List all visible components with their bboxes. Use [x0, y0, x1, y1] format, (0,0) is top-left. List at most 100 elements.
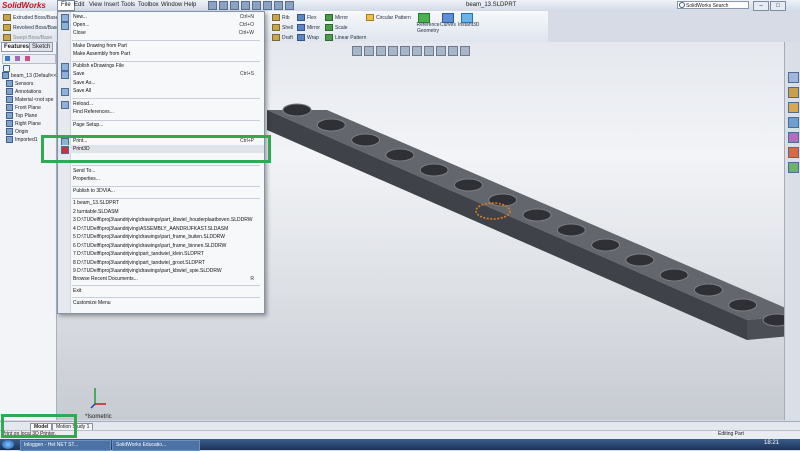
apply-scene-icon[interactable] — [448, 46, 458, 56]
undo-icon[interactable] — [252, 1, 261, 10]
flex-button[interactable]: Flex — [297, 14, 316, 21]
menu-item-save[interactable]: Save Ctrl+S — [58, 70, 264, 79]
menu-item-exit[interactable]: Exit — [58, 287, 264, 295]
new-icon[interactable] — [208, 1, 217, 10]
reference-geometry-icon — [418, 13, 430, 23]
menu-item-publish-3dvia[interactable]: Publish to 3DVIA... — [58, 187, 264, 195]
edit-appearance-icon[interactable] — [436, 46, 446, 56]
appearances-icon[interactable] — [788, 147, 799, 158]
menu-window[interactable]: Window — [161, 2, 182, 8]
reference-geometry-button[interactable]: Reference Geometry — [413, 22, 443, 34]
wrap-button[interactable]: Wrap — [297, 34, 319, 41]
maximize-button[interactable]: □ — [770, 1, 786, 11]
menu-item-new[interactable]: New... Ctrl+N — [58, 13, 264, 22]
taskbar-item-browser[interactable]: Inloggen - Het NET ST... — [20, 440, 111, 451]
solidworks-logo[interactable]: SolidWorks — [2, 1, 46, 10]
print-icon[interactable] — [241, 1, 250, 10]
menu-insert[interactable]: Insert — [104, 2, 119, 8]
menu-item-recent-5[interactable]: 5 D:\TUDelft\proj3\aandrijving\drawings\… — [58, 233, 264, 241]
extruded-boss-button[interactable]: Extruded Boss/Base — [3, 14, 58, 21]
menu-item-recent-2[interactable]: 2 turntable.SLDASM — [58, 208, 264, 216]
file-explorer-icon[interactable] — [788, 102, 799, 113]
circular-pattern-button[interactable]: Circular Pattern — [366, 14, 411, 21]
rib-button[interactable]: Rib — [272, 14, 290, 21]
menu-item-publish-edrawings[interactable]: Publish eDrawings File — [58, 62, 264, 71]
status-editing-mode: Editing Part — [718, 431, 744, 437]
solidworks-resources-icon[interactable] — [788, 72, 799, 83]
design-library-icon[interactable] — [788, 87, 799, 98]
search-input[interactable]: SolidWorks Search — [677, 1, 749, 9]
tab-features[interactable]: Features — [1, 42, 33, 52]
filter-icon[interactable] — [3, 65, 10, 72]
menu-item-save-all[interactable]: Save All — [58, 87, 264, 96]
tab-sketch[interactable]: Sketch — [29, 42, 54, 52]
tree-item-annotations[interactable]: Annotations — [6, 88, 41, 95]
tree-item-part[interactable]: beam_13 (Default<< — [2, 72, 57, 79]
zoom-area-icon[interactable] — [364, 46, 374, 56]
tree-item-right-plane[interactable]: Right Plane — [6, 120, 41, 127]
display-style-icon[interactable] — [412, 46, 422, 56]
menu-item-find-references[interactable]: Find References... — [58, 108, 264, 116]
custom-properties-icon[interactable] — [788, 162, 799, 173]
open-icon[interactable] — [219, 1, 228, 10]
swept-boss-button[interactable]: Swept Boss/Base — [3, 34, 52, 41]
menu-file[interactable]: File — [57, 0, 75, 11]
menu-item-customize-menu[interactable]: Customize Menu — [58, 299, 264, 307]
revolved-boss-button[interactable]: Revolved Boss/Base — [3, 24, 59, 31]
menu-item-properties[interactable]: Properties... — [58, 175, 264, 183]
draft-button[interactable]: Draft — [272, 34, 293, 41]
menu-tools[interactable]: Tools — [121, 2, 135, 8]
tree-item-origin[interactable]: Origin — [6, 128, 28, 135]
rebuild-icon[interactable] — [274, 1, 283, 10]
shell-button[interactable]: Shell — [272, 24, 293, 31]
menu-edit[interactable]: Edit — [74, 2, 84, 8]
previous-view-icon[interactable] — [376, 46, 386, 56]
featuremanager-icon[interactable] — [5, 56, 10, 61]
save-icon[interactable] — [230, 1, 239, 10]
propertymanager-icon[interactable] — [15, 56, 20, 61]
menu-item-recent-9[interactable]: 9 D:\TUDelft\proj3\aandrijving\drawings\… — [58, 267, 264, 275]
zoom-to-fit-icon[interactable] — [352, 46, 362, 56]
search-results-icon[interactable] — [788, 117, 799, 128]
select-icon[interactable] — [263, 1, 272, 10]
menu-item-recent-3[interactable]: 3 D:\TUDelft\proj3\aandrijving\drawings\… — [58, 216, 264, 224]
start-button[interactable] — [2, 440, 14, 449]
tree-item-top-plane[interactable]: Top Plane — [6, 112, 37, 119]
menu-toolbox[interactable]: Toolbox — [138, 2, 159, 8]
view-settings-icon[interactable] — [460, 46, 470, 56]
minimize-button[interactable]: – — [753, 1, 769, 11]
tree-item-sensors[interactable]: Sensors — [6, 80, 33, 87]
menu-item-reload[interactable]: Reload... — [58, 100, 264, 109]
view-palette-icon[interactable] — [788, 132, 799, 143]
instant3d-icon — [461, 13, 473, 23]
mirror-feature-button[interactable]: Mirror — [325, 14, 348, 21]
menu-item-save-as[interactable]: Save As... — [58, 79, 264, 87]
mirror-button[interactable]: Mirror — [297, 24, 320, 31]
scale-button[interactable]: Scale — [325, 24, 348, 31]
menu-item-send-to[interactable]: Send To... — [58, 167, 264, 175]
menu-item-recent-4[interactable]: 4 D:\TUDelft\proj3\aandrijving\ASSEMBLY_… — [58, 225, 264, 233]
menu-item-recent-1[interactable]: 1 beam_13.SLDPRT — [58, 199, 264, 207]
tree-item-material[interactable]: Material <not spe — [6, 96, 54, 103]
tree-item-imported[interactable]: Imported1 — [6, 136, 38, 143]
menu-item-recent-7[interactable]: 7 D:\TUDelft\proj3\aandrijving\part_tand… — [58, 250, 264, 258]
menu-item-browse-recent[interactable]: Browse Recent Documents... R — [58, 275, 264, 283]
menu-view[interactable]: View — [89, 2, 102, 8]
section-view-icon[interactable] — [388, 46, 398, 56]
menu-help[interactable]: Help — [184, 2, 196, 8]
menu-item-close[interactable]: Close Ctrl+W — [58, 29, 264, 37]
tree-item-front-plane[interactable]: Front Plane — [6, 104, 41, 111]
menu-item-page-setup[interactable]: Page Setup... — [58, 121, 264, 129]
options-icon[interactable] — [285, 1, 294, 10]
menu-item-recent-6[interactable]: 6 D:\TUDelft\proj3\aandrijving\drawings\… — [58, 242, 264, 250]
view-orientation-icon[interactable] — [400, 46, 410, 56]
linear-pattern-button[interactable]: Linear Pattern — [325, 34, 366, 41]
hide-show-icon[interactable] — [424, 46, 434, 56]
configuration-icon[interactable] — [25, 56, 30, 61]
menu-item-open[interactable]: Open... Ctrl+O — [58, 21, 264, 30]
menu-item-recent-8[interactable]: 8 D:\TUDelft\proj3\aandrijving\part_tand… — [58, 259, 264, 267]
taskbar-item-solidworks[interactable]: SolidWorks Educatio... — [112, 440, 200, 451]
menu-item-make-assembly[interactable]: Make Assembly from Part — [58, 50, 264, 58]
beam-3d-model[interactable] — [257, 90, 800, 390]
menu-item-make-drawing[interactable]: Make Drawing from Part — [58, 42, 264, 50]
